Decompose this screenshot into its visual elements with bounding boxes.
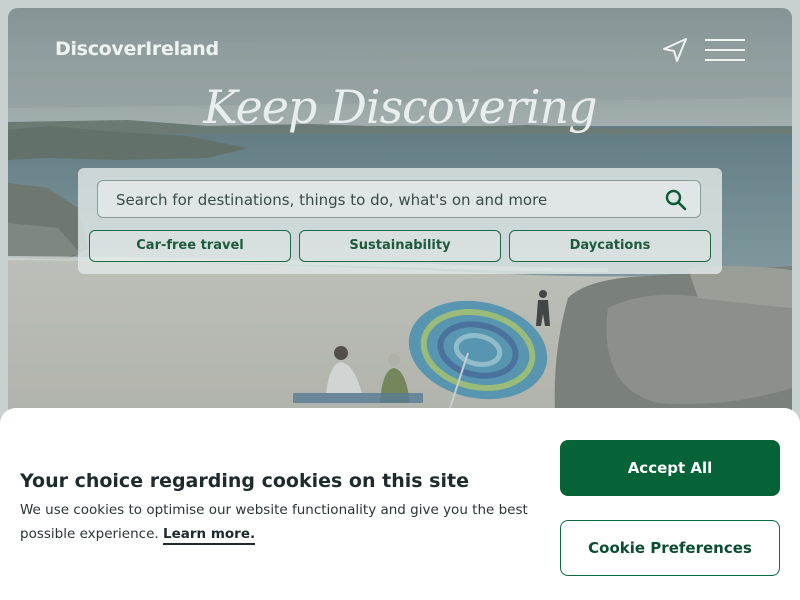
learn-more-link[interactable]: Learn more. <box>162 526 256 545</box>
hamburger-menu-icon[interactable] <box>704 36 746 64</box>
search-panel: Car-free travel Sustainability Daycation… <box>78 168 722 274</box>
chip-daycations[interactable]: Daycations <box>509 230 711 262</box>
quick-links: Car-free travel Sustainability Daycation… <box>89 230 711 262</box>
site-logo[interactable]: DiscoverIreland <box>55 38 219 60</box>
cookie-description: We use cookies to optimise our website f… <box>20 498 530 546</box>
search-input[interactable] <box>114 181 658 219</box>
accept-all-button[interactable]: Accept All <box>560 440 780 496</box>
cookie-preferences-button[interactable]: Cookie Preferences <box>560 520 780 576</box>
chip-car-free-travel[interactable]: Car-free travel <box>89 230 291 262</box>
chip-sustainability[interactable]: Sustainability <box>299 230 501 262</box>
cookie-banner: Your choice regarding cookies on this si… <box>0 408 800 600</box>
search-box[interactable] <box>97 180 701 219</box>
hero-tagline: Keep Discovering <box>203 80 597 134</box>
cookie-body: We use cookies to optimise our website f… <box>20 502 528 542</box>
send-icon[interactable] <box>661 36 689 64</box>
hero-section: DiscoverIreland Keep Discovering Car-fre… <box>8 8 792 448</box>
search-icon[interactable] <box>664 188 688 212</box>
cookie-title: Your choice regarding cookies on this si… <box>20 470 469 492</box>
